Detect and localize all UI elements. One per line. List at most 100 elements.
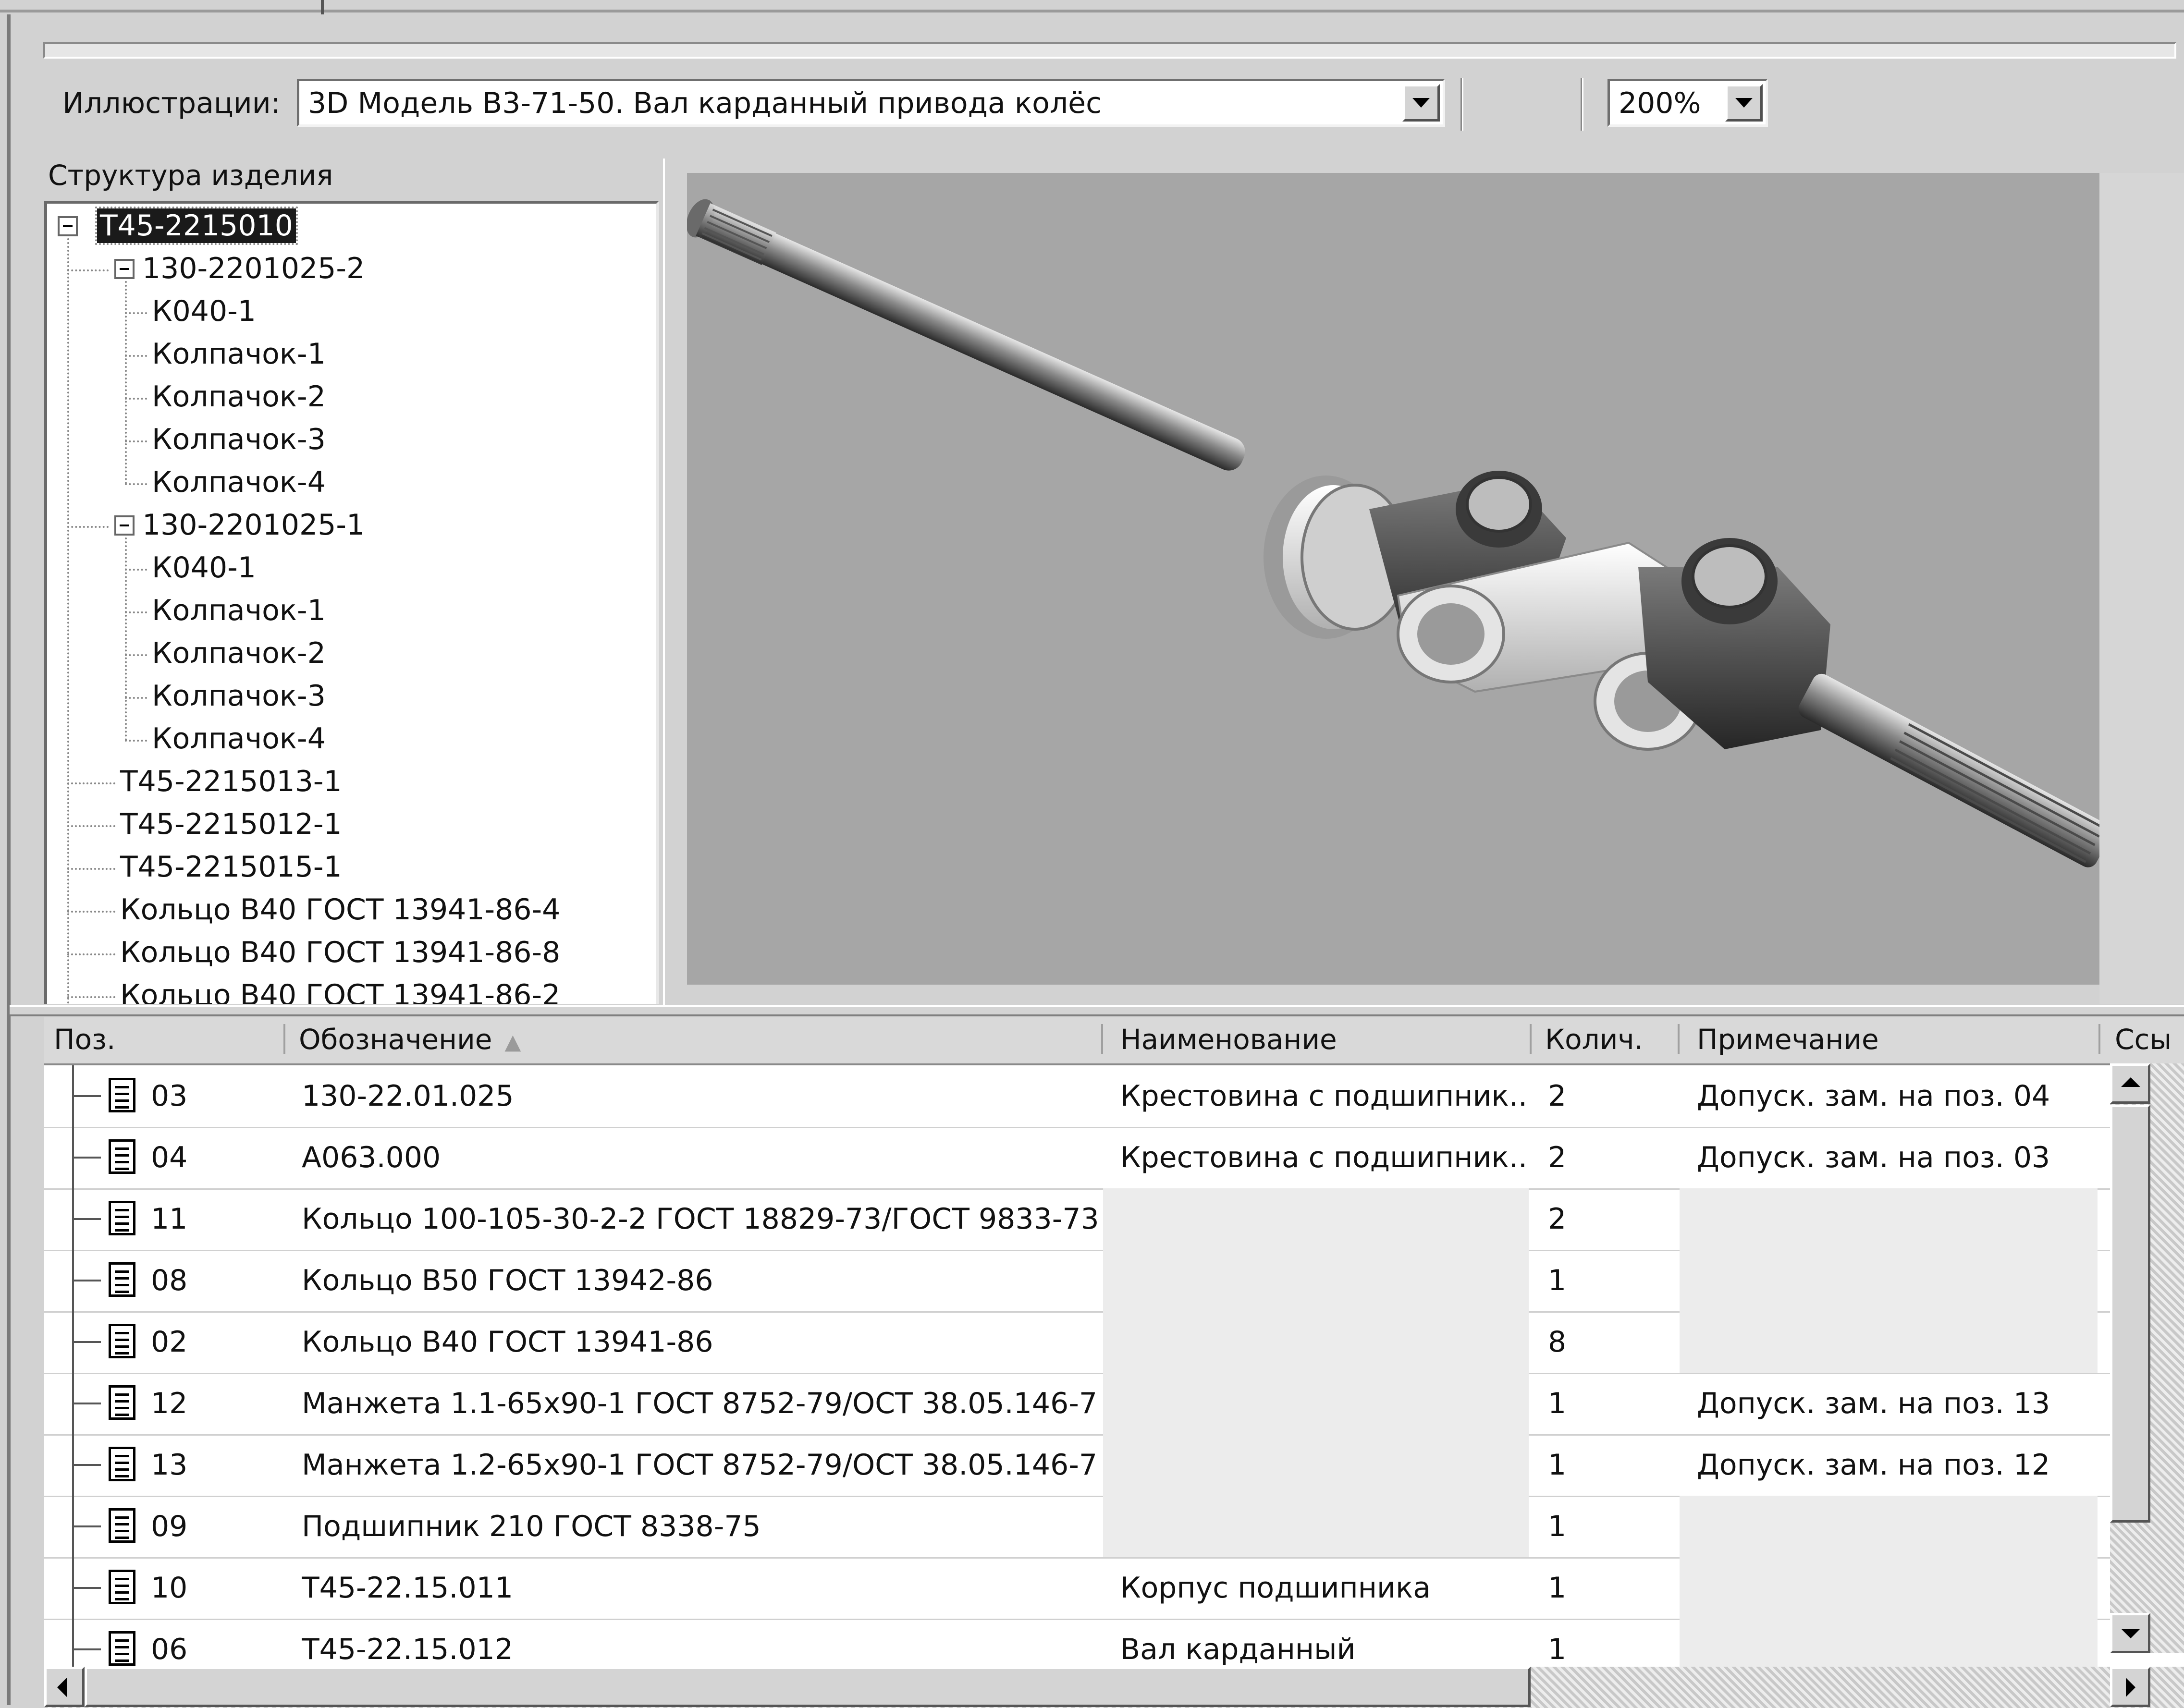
tree-node-item[interactable]: Колпачок-2 bbox=[152, 636, 326, 671]
table-row[interactable]: 04 А063.000 Крестовина с подшипник... 2 Допу… bbox=[44, 1127, 2110, 1190]
product-structure-tree[interactable]: Т45-2215010 130-2201025-2 К040-1 Колпачок-1… bbox=[44, 201, 659, 1004]
tree-node-item[interactable]: Колпачок-1 bbox=[152, 593, 326, 628]
tree-connector bbox=[125, 440, 147, 442]
tree-connector bbox=[67, 868, 115, 870]
horizontal-splitter[interactable] bbox=[10, 1005, 2184, 1016]
dropdown-arrow-icon[interactable] bbox=[1402, 84, 1440, 122]
column-header-designation[interactable]: Обозначение ▲ bbox=[299, 1022, 521, 1060]
cell-name: Корпус подшипника bbox=[1120, 1571, 1431, 1605]
table-row[interactable]: 02 Кольцо В40 ГОСТ 13941-86 8 bbox=[44, 1311, 2110, 1374]
tree-node-item[interactable]: Т45-2215013-1 bbox=[120, 764, 342, 799]
tree-node-item[interactable]: Кольцо В40 ГОСТ 13941-86-2 bbox=[120, 978, 560, 1004]
column-separator[interactable] bbox=[1530, 1024, 1532, 1054]
vertical-scroll-thumb[interactable] bbox=[2110, 1105, 2150, 1523]
parts-table[interactable]: Поз. Обозначение ▲ Наименование Колич. Пр… bbox=[44, 1017, 2184, 1675]
table-row[interactable]: 13 Манжета 1.2-65х90-1 ГОСТ 8752-79/ОСТ 3… bbox=[44, 1434, 2110, 1497]
tree-node-item[interactable]: Кольцо В40 ГОСТ 13941-86-4 bbox=[120, 892, 560, 927]
column-separator[interactable] bbox=[283, 1024, 285, 1054]
tree-node-label: Т45-2215015-1 bbox=[120, 850, 342, 884]
illustrations-label: Иллюстрации: bbox=[62, 86, 281, 120]
cell-name bbox=[1103, 1373, 1529, 1434]
cell-note bbox=[1680, 1496, 2098, 1557]
zoom-select-value: 200% bbox=[1619, 86, 1701, 120]
tree-connector bbox=[67, 996, 115, 998]
tree-node-item[interactable]: Т45-2215012-1 bbox=[120, 807, 342, 842]
tree-connector bbox=[125, 697, 147, 699]
tree-collapse-icon[interactable] bbox=[58, 216, 78, 236]
cell-pos: 02 bbox=[151, 1325, 188, 1359]
document-icon bbox=[109, 1385, 135, 1420]
table-row[interactable]: 12 Манжета 1.1-65х90-1 ГОСТ 8752-79/ОСТ 3… bbox=[44, 1373, 2110, 1436]
tree-node-item[interactable]: Колпачок-1 bbox=[152, 337, 326, 371]
tree-node-group[interactable]: 130-2201025-1 bbox=[142, 508, 365, 542]
column-header-ref[interactable]: Ссы bbox=[2115, 1022, 2172, 1057]
tree-node-item[interactable]: Колпачок-3 bbox=[152, 679, 326, 713]
tree-node-group[interactable]: 130-2201025-2 bbox=[142, 251, 365, 286]
left-border bbox=[7, 14, 11, 1705]
cell-pos: 10 bbox=[151, 1571, 188, 1605]
cell-qty: 2 bbox=[1548, 1079, 1567, 1113]
cell-qty: 2 bbox=[1548, 1202, 1567, 1236]
document-icon bbox=[109, 1570, 135, 1604]
tree-connector bbox=[67, 782, 115, 784]
tree-node-item[interactable]: Колпачок-4 bbox=[152, 721, 326, 756]
tree-connector bbox=[67, 269, 109, 271]
tree-node-item[interactable]: Колпачок-3 bbox=[152, 422, 326, 457]
zoom-select[interactable]: 200% bbox=[1607, 79, 1768, 127]
tree-node-label: Кольцо В40 ГОСТ 13941-86-8 bbox=[120, 936, 561, 969]
column-separator[interactable] bbox=[2098, 1024, 2100, 1054]
horizontal-scroll-thumb[interactable] bbox=[85, 1667, 1531, 1707]
cell-qty: 1 bbox=[1548, 1448, 1567, 1482]
cell-name bbox=[1103, 1434, 1529, 1496]
vertical-splitter[interactable] bbox=[663, 159, 677, 1005]
scroll-left-icon[interactable] bbox=[44, 1667, 85, 1707]
cell-name bbox=[1103, 1311, 1529, 1373]
tree-node-label: Колпачок-2 bbox=[152, 636, 326, 670]
tree-node-label: Колпачок-4 bbox=[152, 465, 326, 499]
tree-node-item[interactable]: Кольцо В40 ГОСТ 13941-86-8 bbox=[120, 935, 560, 970]
column-header-qty[interactable]: Колич. bbox=[1545, 1022, 1643, 1057]
column-header-note[interactable]: Примечание bbox=[1697, 1022, 1879, 1057]
table-row[interactable]: 09 Подшипник 210 ГОСТ 8338-75 1 bbox=[44, 1496, 2110, 1559]
tree-connector bbox=[67, 238, 69, 1004]
cell-qty: 2 bbox=[1548, 1141, 1567, 1174]
dropdown-arrow-icon[interactable] bbox=[1725, 84, 1763, 122]
cell-pos: 03 bbox=[151, 1079, 188, 1113]
tree-connector bbox=[125, 483, 147, 485]
tree-node-root[interactable]: Т45-2215010 bbox=[95, 207, 298, 245]
row-connector bbox=[72, 1403, 101, 1404]
table-row[interactable]: 08 Кольцо В50 ГОСТ 13942-86 1 bbox=[44, 1250, 2110, 1313]
cell-note bbox=[1680, 1250, 2098, 1311]
tree-node-item[interactable]: Колпачок-2 bbox=[152, 379, 326, 414]
document-icon bbox=[109, 1508, 135, 1543]
table-row[interactable]: 11 Кольцо 100-105-30-2-2 ГОСТ 18829-73/ГО… bbox=[44, 1188, 2110, 1251]
scroll-up-icon[interactable] bbox=[2110, 1063, 2150, 1104]
tree-node-label: Колпачок-1 bbox=[152, 337, 326, 371]
tree-node-item[interactable]: Т45-2215015-1 bbox=[120, 850, 342, 884]
tree-node-label: Колпачок-3 bbox=[152, 679, 326, 713]
tree-node-item[interactable]: К040-1 bbox=[152, 550, 256, 585]
tree-connector bbox=[125, 281, 127, 484]
scroll-right-icon[interactable] bbox=[2110, 1667, 2150, 1707]
column-separator[interactable] bbox=[1101, 1024, 1103, 1054]
column-header-name[interactable]: Наименование bbox=[1120, 1022, 1337, 1057]
tree-node-label: К040-1 bbox=[152, 294, 256, 328]
illustration-select[interactable]: 3D Модель В3-71-50. Вал карданный привод… bbox=[297, 79, 1445, 127]
column-header-pos[interactable]: Поз. bbox=[54, 1022, 115, 1057]
document-icon bbox=[109, 1139, 135, 1174]
cell-note: Допуск. зам. на поз. 03 bbox=[1697, 1141, 2050, 1174]
tree-collapse-icon[interactable] bbox=[114, 259, 135, 279]
tree-collapse-icon[interactable] bbox=[114, 515, 135, 536]
row-connector bbox=[72, 1525, 101, 1527]
cell-pos: 12 bbox=[151, 1387, 188, 1420]
cardan-shaft-model bbox=[686, 199, 2111, 867]
tree-node-item[interactable]: Колпачок-4 bbox=[152, 465, 326, 500]
table-row[interactable]: 03 130-22.01.025 Крестовина с подшипник...… bbox=[44, 1065, 2110, 1128]
tree-node-label: Т45-2215012-1 bbox=[120, 807, 342, 841]
table-row[interactable]: 10 Т45-22.15.011 Корпус подшипника 1 bbox=[44, 1557, 2110, 1620]
scroll-down-icon[interactable] bbox=[2110, 1613, 2150, 1653]
column-separator[interactable] bbox=[1678, 1024, 1680, 1054]
cell-designation: 130-22.01.025 bbox=[302, 1079, 514, 1113]
tree-node-item[interactable]: К040-1 bbox=[152, 294, 256, 329]
model-viewport[interactable] bbox=[686, 173, 2111, 985]
